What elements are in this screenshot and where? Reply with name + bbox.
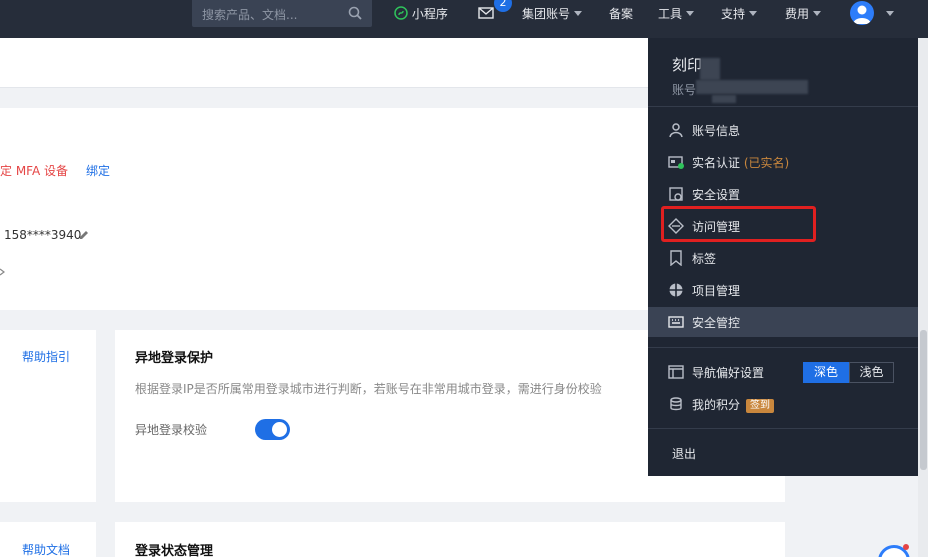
remote-login-toggle-label: 异地登录校验 bbox=[135, 423, 208, 437]
layout-icon bbox=[668, 365, 684, 379]
id-card-icon bbox=[668, 156, 684, 169]
mfa-status: 绑定 MFA 设备 bbox=[0, 164, 68, 178]
verified-status: (已实名) bbox=[743, 156, 790, 170]
remote-login-description: 根据登录IP是否所属常用登录城市进行判断，若账号在非常用城市登录，需进行身份校验 bbox=[135, 382, 602, 396]
menu-security-control-label: 安全管控 bbox=[692, 316, 741, 330]
divider bbox=[648, 347, 918, 348]
account-id-label: 账号 bbox=[672, 83, 697, 97]
edit-pencil-icon[interactable] bbox=[78, 229, 90, 241]
mini-program-link[interactable]: 小程序 bbox=[394, 5, 448, 22]
notification-dot bbox=[903, 544, 909, 550]
billing-label: 费用 bbox=[785, 7, 810, 21]
user-avatar-icon bbox=[853, 5, 871, 24]
menu-logout-label: 退出 bbox=[672, 447, 697, 461]
tools-label: 工具 bbox=[658, 7, 683, 21]
billing-menu[interactable]: 费用 bbox=[785, 5, 822, 22]
scrollbar-thumb[interactable] bbox=[920, 330, 927, 470]
menu-real-name-label: 实名认证 (已实名) bbox=[692, 154, 789, 171]
menu-tags[interactable]: 标签 bbox=[648, 243, 918, 273]
mini-program-icon bbox=[394, 6, 408, 20]
login-state-card bbox=[115, 522, 785, 557]
page-header-strip bbox=[0, 38, 648, 88]
search-input[interactable]: 搜索产品、文档... bbox=[202, 6, 297, 23]
chevron-down-icon bbox=[749, 11, 758, 16]
help-guide-link[interactable]: 帮助指引 bbox=[22, 348, 70, 365]
top-navigation-bar: 搜索产品、文档... 小程序 2 集团账号 备案 工具 支持 费用 bbox=[0, 0, 928, 38]
login-state-title: 登录状态管理 bbox=[135, 544, 214, 557]
menu-security-settings[interactable]: 安全设置 bbox=[648, 179, 918, 209]
mail-icon[interactable] bbox=[478, 7, 494, 19]
theme-light-button[interactable]: 浅色 bbox=[849, 362, 894, 383]
coins-icon bbox=[670, 397, 682, 411]
scrollbar[interactable] bbox=[918, 38, 928, 557]
search-icon[interactable] bbox=[348, 6, 362, 20]
remote-login-toggle[interactable] bbox=[255, 419, 290, 440]
redacted-region bbox=[700, 58, 720, 80]
mail-count-badge: 2 bbox=[494, 0, 512, 12]
checkin-badge[interactable]: 签到 bbox=[746, 399, 775, 413]
toggle-knob bbox=[272, 422, 287, 437]
avatar-chevron-icon[interactable] bbox=[886, 11, 894, 16]
chevron-down-icon bbox=[686, 11, 695, 16]
theme-dark-button[interactable]: 深色 bbox=[803, 362, 849, 383]
project-icon bbox=[669, 283, 683, 297]
menu-nav-preference-label: 导航偏好设置 bbox=[692, 366, 765, 380]
shield-icon bbox=[669, 187, 683, 201]
menu-account-info[interactable]: 账号信息 bbox=[648, 115, 918, 145]
menu-tags-label: 标签 bbox=[692, 252, 717, 266]
menu-my-points[interactable]: 我的积分 签到 bbox=[648, 389, 918, 419]
divider bbox=[648, 428, 918, 429]
chevron-down-icon bbox=[813, 11, 822, 16]
chevron-down-icon bbox=[574, 11, 583, 16]
remote-login-title: 异地登录保护 bbox=[135, 351, 214, 366]
highlight-box bbox=[661, 206, 816, 242]
real-name-text: 实名认证 bbox=[692, 156, 741, 170]
tools-menu[interactable]: 工具 bbox=[658, 5, 695, 22]
menu-security-settings-label: 安全设置 bbox=[692, 188, 741, 202]
collapse-arrow-icon[interactable] bbox=[0, 268, 5, 276]
phone-number: 158****3940 bbox=[4, 228, 82, 242]
menu-project-management[interactable]: 项目管理 bbox=[648, 275, 918, 305]
menu-logout[interactable]: 退出 bbox=[648, 438, 918, 468]
points-text: 我的积分 bbox=[692, 398, 741, 412]
bind-mfa-link[interactable]: 绑定 bbox=[86, 162, 110, 179]
support-label: 支持 bbox=[721, 7, 746, 21]
filing-link[interactable]: 备案 bbox=[609, 5, 633, 22]
filing-label: 备案 bbox=[609, 7, 634, 21]
account-security-card bbox=[0, 108, 648, 310]
menu-real-name[interactable]: 实名认证 (已实名) bbox=[648, 147, 918, 177]
redacted-account-id bbox=[696, 80, 808, 94]
bookmark-icon bbox=[670, 250, 682, 266]
keyboard-icon bbox=[668, 316, 684, 328]
user-icon bbox=[669, 123, 683, 138]
menu-my-points-label: 我的积分 签到 bbox=[692, 396, 775, 413]
group-account-menu[interactable]: 集团账号 bbox=[522, 5, 583, 22]
help-doc-link[interactable]: 帮助文档 bbox=[22, 541, 70, 557]
divider bbox=[648, 106, 918, 107]
avatar[interactable] bbox=[850, 1, 874, 25]
group-account-label: 集团账号 bbox=[522, 7, 571, 21]
account-username: 刻印 bbox=[672, 56, 703, 74]
menu-security-control[interactable]: 安全管控 bbox=[648, 307, 918, 337]
menu-project-management-label: 项目管理 bbox=[692, 284, 741, 298]
mini-program-label: 小程序 bbox=[411, 7, 448, 21]
support-menu[interactable]: 支持 bbox=[721, 5, 758, 22]
menu-account-info-label: 账号信息 bbox=[692, 124, 741, 138]
search-box[interactable]: 搜索产品、文档... bbox=[192, 0, 372, 27]
redacted-region bbox=[712, 95, 736, 103]
